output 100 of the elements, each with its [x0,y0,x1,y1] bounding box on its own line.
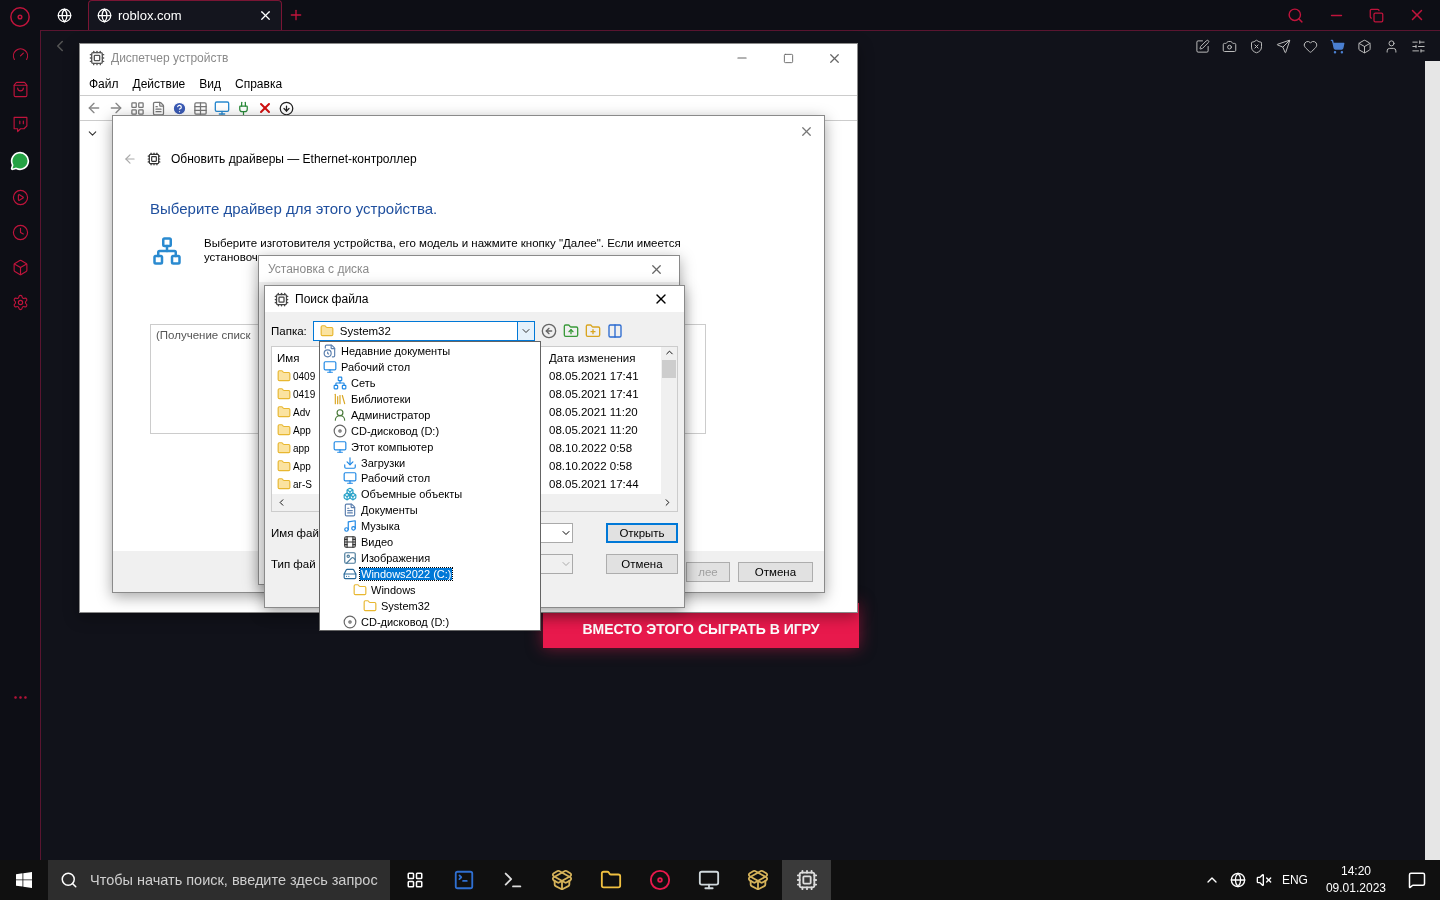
dropdown-item[interactable]: Изображения [360,552,432,565]
delete-icon[interactable] [257,100,273,116]
document-icon[interactable] [151,100,166,116]
back-icon[interactable] [540,323,557,339]
speedometer-icon[interactable] [11,46,29,63]
file-name[interactable]: ar-S [293,478,312,490]
browser-tab[interactable]: roblox.com [88,0,282,30]
taskbar-search[interactable]: Чтобы начать поиск, введите здесь запрос [48,860,390,900]
dropdown-item[interactable]: Музыка [360,520,401,533]
globe-icon[interactable] [1229,872,1246,888]
folder-up-icon[interactable] [562,323,579,339]
dropdown-item[interactable]: Сеть [350,376,377,389]
dropdown-item[interactable]: CD-дисковод (D:) [350,424,441,437]
monitor-icon[interactable] [214,100,230,116]
table-icon[interactable] [193,100,208,116]
download-icon [343,455,357,470]
edit-icon[interactable] [1195,38,1210,54]
shield-icon[interactable] [1249,38,1264,54]
dropdown-item[interactable]: Windows [370,584,417,597]
dropdown-item[interactable]: Рабочий стол [340,360,412,373]
open-button[interactable]: Открыть [606,523,678,543]
camera-icon[interactable] [1222,38,1237,54]
music-icon [343,519,357,534]
menu-item[interactable]: Справка [235,76,283,91]
close-icon[interactable] [258,8,273,23]
folder-icon [277,369,291,383]
dropdown-item[interactable]: Недавние документы [340,344,452,357]
dialog-heading: Выберите драйвер для этого устройства. [149,199,439,217]
restore-icon[interactable] [1369,7,1384,23]
dropdown-item[interactable]: Загрузки [360,456,407,469]
window-title: Установка с диска [268,262,370,276]
dropdown-item[interactable]: Этот компьютер [350,440,435,453]
taskbar-app[interactable] [782,860,831,900]
dropdown-item[interactable]: Администратор [350,408,432,421]
sliders-icon[interactable] [1411,38,1426,54]
plug-icon[interactable] [236,100,251,116]
scrollbar[interactable] [1425,61,1440,860]
help-icon[interactable] [172,100,187,116]
task-view-icon [405,871,424,889]
search-icon [60,871,78,889]
folder-icon [353,583,367,598]
grid-icon[interactable] [130,100,145,116]
dropdown-item[interactable]: Документы [360,504,419,517]
file-name[interactable]: Adv [293,406,311,418]
file-date: 08.05.2021 17:41 [549,388,640,400]
file-date: 08.10.2022 0:58 [549,442,634,454]
cube-icon[interactable] [1357,38,1372,54]
clock-icon[interactable] [11,224,29,241]
view-menu-icon[interactable] [606,323,623,339]
description-text: установоч [204,250,259,264]
menu-item[interactable]: Действие [132,76,186,91]
user-icon[interactable] [1384,38,1399,54]
search-icon[interactable] [1287,6,1304,24]
chat-icon[interactable] [10,151,30,171]
download-icon[interactable] [279,100,294,116]
dropdown-item[interactable]: Библиотеки [350,392,412,405]
file-name[interactable]: 0419 [293,388,316,400]
settings-icon[interactable] [11,294,29,311]
heart-icon[interactable] [1303,38,1318,54]
notification-icon[interactable] [1408,871,1426,889]
dropdown-item[interactable]: Рабочий стол [360,472,432,485]
dropdown-item[interactable]: Видео [360,536,395,549]
menu-item[interactable]: Вид [199,76,221,91]
menu-item[interactable]: Файл [89,76,119,91]
cancel-button[interactable]: Отмена [606,554,678,574]
scrollbar[interactable] [661,347,677,494]
language-indicator[interactable]: ENG [1281,873,1308,887]
computer-icon [333,439,347,454]
dropdown-item[interactable]: System32 [380,599,431,612]
folder-select[interactable]: System32 [312,321,535,341]
folder-icon [363,598,377,613]
dropdown-item[interactable]: Windows2022 (C:) [360,568,453,581]
globe-icon [97,8,112,23]
scroll-thumb[interactable] [662,360,676,378]
forward-arrow-icon[interactable] [108,100,124,116]
desktop-icon [343,471,357,486]
document-icon [343,503,357,518]
file-name[interactable]: App [293,460,311,472]
search-field[interactable]: Чтобы начать поиск, введите здесь запрос [88,871,390,889]
play-icon[interactable] [11,189,29,206]
file-name[interactable]: 0409 [293,370,316,382]
terminal-icon [452,869,475,891]
desktop-icon [323,359,337,374]
dropdown-item[interactable]: CD-дисковод (D:) [360,615,451,628]
file-date: 08.05.2021 11:20 [549,424,639,436]
file-type-label: Тип фай [271,558,316,570]
cart-icon[interactable] [1330,38,1345,54]
dialog-button[interactable]: Отмена [738,561,813,582]
bag-icon[interactable] [11,81,29,98]
dialog-title: Обновить драйверы — Ethernet-контроллер [171,152,417,166]
file-name[interactable]: App [293,424,311,436]
file-name[interactable]: app [293,442,310,454]
clock-date[interactable]: 09.01.2023 [1325,880,1386,897]
ring-icon [648,869,671,891]
send-icon[interactable] [1276,38,1291,54]
muted-speaker-icon[interactable] [1255,872,1272,888]
film-icon [343,535,357,550]
image-icon [343,551,357,566]
clock-time[interactable]: 14:20 [1340,863,1371,880]
dropdown-item[interactable]: Объемные объекты [360,488,464,501]
